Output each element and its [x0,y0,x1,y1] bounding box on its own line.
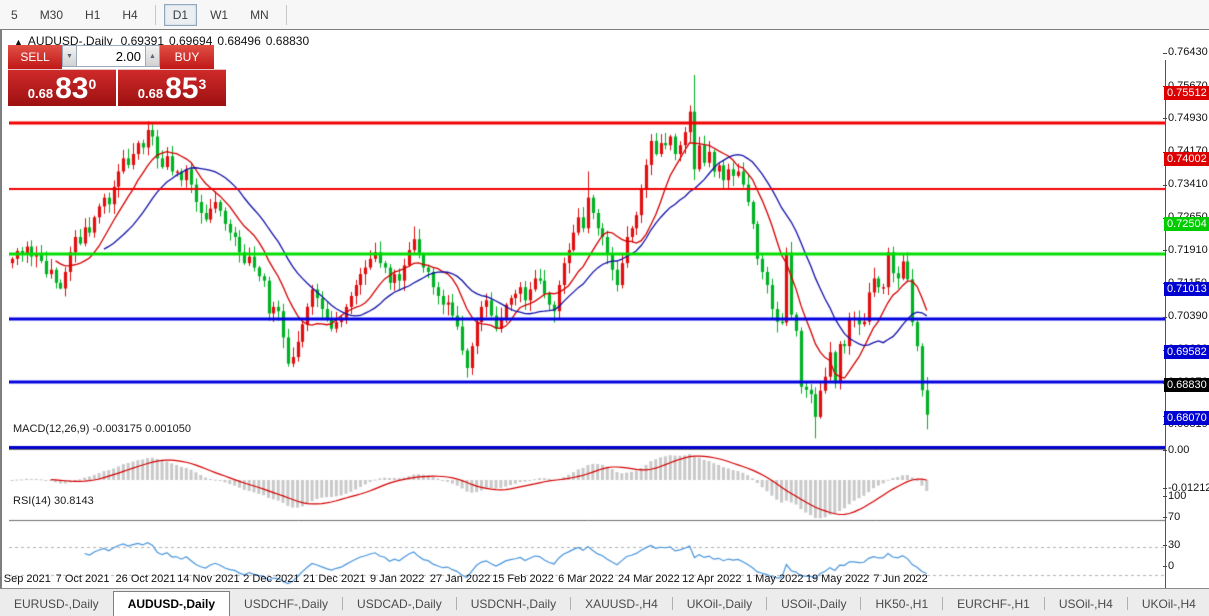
date-axis-label: 24 Mar 2022 [618,573,680,585]
level-price-label: 0.69582 [1164,345,1209,359]
level-price-label: 0.71013 [1164,282,1209,296]
date-axis-label: 7 Jun 2022 [873,573,927,585]
sell-price-prefix: 0.68 [28,86,53,101]
sell-button[interactable]: SELL [8,45,62,69]
current-price-label: 0.68830 [1164,378,1209,392]
price-axis-tick-mark [1163,185,1167,186]
date-axis-label: 15 Feb 2022 [492,573,554,585]
price-axis-tick-mark [1163,317,1167,318]
buy-price-pip: 3 [198,76,206,92]
timeframe-button-mn[interactable]: MN [241,4,278,26]
level-price-label: 0.74002 [1164,152,1209,166]
chart-window [0,29,1209,588]
rsi-axis-tick-mark [1163,517,1167,518]
rsi-axis-tick-mark [1163,496,1167,497]
buy-price-display[interactable]: 0.68853 [118,69,226,106]
chart-tab-eurusd-daily[interactable]: EURUSD-,Daily [0,592,113,616]
date-axis-label: 19 Sep 2021 [0,573,51,585]
price-axis-tick-mark [1163,118,1167,119]
rsi-axis-tick-label: 100 [1168,490,1186,502]
date-axis-label: 7 Oct 2021 [56,573,110,585]
rsi-indicator-label: RSI(14) 30.8143 [13,495,94,507]
price-axis-tick-label: 0.71910 [1168,244,1208,256]
sell-price-big: 83 [55,74,88,104]
date-axis-label: 27 Jan 2022 [430,573,491,585]
chart-tab-ukoil-daily[interactable]: UKOil-,Daily [673,592,766,616]
price-axis-tick-label: 0.70390 [1168,310,1208,322]
date-axis-label: 1 May 2022 [746,573,803,585]
price-axis-tick-label: 0.76430 [1168,46,1208,58]
date-axis-label: 21 Dec 2021 [303,573,365,585]
chart-tab-usdcad-daily[interactable]: USDCAD-,Daily [343,592,456,616]
chart-tab-ukoil-h4[interactable]: UKOil-,H4 [1128,592,1209,616]
level-price-label: 0.72504 [1164,217,1209,231]
date-axis-label: 6 Mar 2022 [558,573,614,585]
level-price-label: 0.75512 [1164,86,1209,100]
timeframe-button-h1[interactable]: H1 [76,4,109,26]
timeframe-toolbar: 5M30H1H4 D1W1MN [0,0,1209,30]
chart-tab-eurchf-h1[interactable]: EURCHF-,H1 [943,592,1044,616]
rsi-axis-tick-mark [1163,545,1167,546]
macd-axis-tick-mark [1163,450,1167,451]
chart-tab-bar: EURUSD-,DailyAUDUSD-,DailyUSDCHF-,DailyU… [0,588,1209,616]
volume-increase-button[interactable]: ▲ [145,45,160,67]
date-axis-label: 14 Nov 2021 [177,573,239,585]
rsi-axis-tick-label: 70 [1168,511,1180,523]
chart-tab-usdcnh-daily[interactable]: USDCNH-,Daily [457,592,570,616]
date-axis-label: 26 Oct 2021 [116,573,176,585]
timeframe-button-5[interactable]: 5 [2,4,27,26]
chart-tab-xauusd-h4[interactable]: XAUUSD-,H4 [571,592,672,616]
sell-price-display[interactable]: 0.68830 [8,69,116,106]
price-axis-tick-mark [1163,53,1167,54]
buy-price-big: 85 [165,74,198,104]
chart-tab-usoil-daily[interactable]: USOil-,Daily [767,592,860,616]
price-axis-tick-label: 0.73410 [1168,178,1208,190]
trading-terminal-window: 5M30H1H4D1W1MN ▲AUDUSD-,Daily0.693910.69… [0,0,1209,616]
sell-price-pip: 0 [88,76,96,92]
date-axis-label: 2 Dec 2021 [243,573,299,585]
ohlc-close: 0.68830 [266,34,309,48]
price-axis-tick-label: 0.74930 [1168,112,1208,124]
toolbar-separator [286,5,287,25]
volume-decrease-button[interactable]: ▼ [62,45,77,67]
rsi-axis-tick-label: 0 [1168,560,1174,572]
price-axis-separator [1165,60,1166,616]
rsi-axis-tick-mark [1163,566,1167,567]
chart-tab-usdchf-daily[interactable]: USDCHF-,Daily [230,592,342,616]
date-axis-label: 19 May 2022 [806,573,870,585]
volume-input[interactable] [77,45,145,67]
buy-price-prefix: 0.68 [138,86,163,101]
level-price-label: 0.68070 [1164,411,1209,425]
price-axis-tick-mark [1163,250,1167,251]
date-axis-label: 12 Apr 2022 [682,573,741,585]
date-axis-label: 9 Jan 2022 [370,573,424,585]
one-click-trade-panel: SELL ▼ ▲ BUY 0.68830 0.68853 [8,45,226,106]
chart-tab-usoil-h4[interactable]: USOil-,H4 [1045,592,1127,616]
rsi-axis-tick-label: 30 [1168,539,1180,551]
tab-list: EURUSD-,DailyAUDUSD-,DailyUSDCHF-,DailyU… [0,591,1209,616]
macd-axis-tick-mark [1163,488,1167,489]
timeframe-button-h4[interactable]: H4 [113,4,146,26]
timeframe-button-w1[interactable]: W1 [201,4,237,26]
timeframe-button-m30[interactable]: M30 [31,4,72,26]
macd-indicator-label: MACD(12,26,9) -0.003175 0.001050 [13,423,191,435]
price-chart-canvas[interactable] [9,60,1166,616]
timeframe-button-d1[interactable]: D1 [164,4,197,26]
macd-axis-tick-label: 0.00 [1168,444,1209,456]
chart-tab-hk50-h1[interactable]: HK50-,H1 [861,592,942,616]
buy-button[interactable]: BUY [160,45,214,69]
chart-tab-audusd-daily[interactable]: AUDUSD-,Daily [113,591,230,616]
toolbar-separator [155,5,156,25]
